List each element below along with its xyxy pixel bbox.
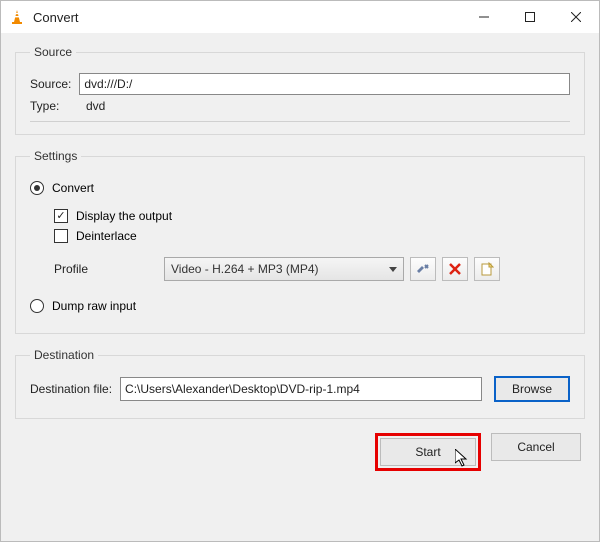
- dialog-body: Source Source: Type: dvd Settings Conver…: [1, 33, 599, 541]
- separator: [30, 121, 570, 122]
- close-button[interactable]: [553, 2, 599, 32]
- titlebar: Convert: [1, 1, 599, 33]
- dump-radio-label: Dump raw input: [52, 299, 136, 313]
- destination-group: Destination Destination file: Browse: [15, 348, 585, 419]
- type-value: dvd: [86, 99, 105, 113]
- type-label: Type:: [30, 99, 78, 113]
- checkbox-icon: ✓: [54, 209, 68, 223]
- vlc-cone-icon: [9, 9, 25, 25]
- start-label: Start: [415, 445, 440, 459]
- dump-radio[interactable]: Dump raw input: [30, 299, 570, 313]
- source-legend: Source: [30, 45, 76, 59]
- destination-legend: Destination: [30, 348, 98, 362]
- radio-icon: [30, 299, 44, 313]
- deinterlace-checkbox[interactable]: Deinterlace: [54, 229, 570, 243]
- new-file-icon: [480, 262, 494, 276]
- browse-label: Browse: [512, 382, 552, 396]
- window-title: Convert: [33, 10, 461, 25]
- convert-radio-label: Convert: [52, 181, 94, 195]
- start-button[interactable]: Start: [380, 438, 476, 466]
- profile-label: Profile: [54, 262, 164, 276]
- browse-button[interactable]: Browse: [494, 376, 570, 402]
- start-highlight: Start: [375, 433, 481, 471]
- profile-row: Profile Video - H.264 + MP3 (MP4): [54, 257, 570, 281]
- cancel-label: Cancel: [517, 440, 554, 454]
- delete-profile-button[interactable]: [442, 257, 468, 281]
- profile-value: Video - H.264 + MP3 (MP4): [171, 262, 389, 276]
- source-label: Source:: [30, 77, 71, 91]
- deinterlace-label: Deinterlace: [76, 229, 137, 243]
- x-icon: [449, 263, 461, 275]
- destination-input[interactable]: [120, 377, 482, 401]
- settings-legend: Settings: [30, 149, 81, 163]
- wrench-icon: [416, 262, 430, 276]
- profile-combobox[interactable]: Video - H.264 + MP3 (MP4): [164, 257, 404, 281]
- maximize-button[interactable]: [507, 2, 553, 32]
- convert-radio[interactable]: Convert: [30, 181, 570, 195]
- source-input[interactable]: [79, 73, 570, 95]
- footer: Start Cancel: [15, 427, 585, 471]
- chevron-down-icon: [389, 267, 397, 272]
- minimize-button[interactable]: [461, 2, 507, 32]
- cancel-button[interactable]: Cancel: [491, 433, 581, 461]
- source-group: Source Source: Type: dvd: [15, 45, 585, 135]
- radio-icon: [30, 181, 44, 195]
- settings-group: Settings Convert ✓ Display the output De…: [15, 149, 585, 334]
- window-controls: [461, 2, 599, 32]
- display-output-label: Display the output: [76, 209, 172, 223]
- new-profile-button[interactable]: [474, 257, 500, 281]
- edit-profile-button[interactable]: [410, 257, 436, 281]
- display-output-checkbox[interactable]: ✓ Display the output: [54, 209, 570, 223]
- checkbox-icon: [54, 229, 68, 243]
- convert-dialog: Convert Source Source: Type: dvd: [0, 0, 600, 542]
- destination-label: Destination file:: [30, 382, 112, 396]
